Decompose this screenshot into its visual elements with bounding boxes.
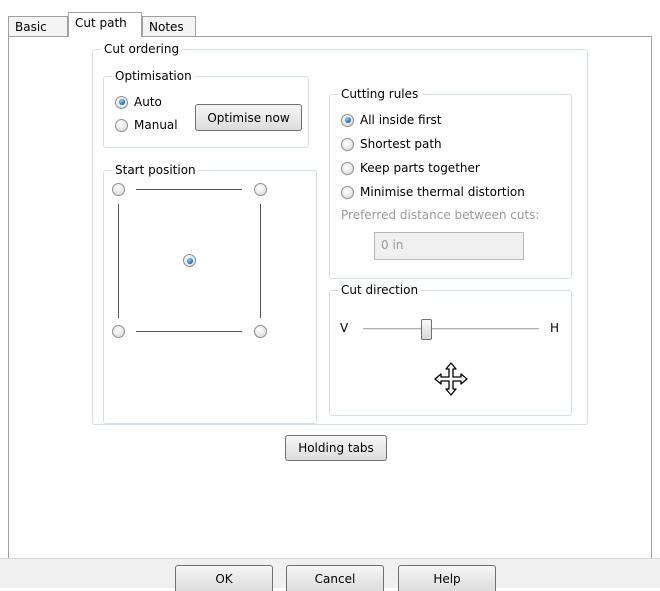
optimisation-auto-radio[interactable]: Auto: [115, 94, 162, 110]
manual-label: Manual: [134, 118, 178, 132]
start-bottom-right-radio[interactable]: [254, 325, 267, 338]
slider-left-label: V: [340, 321, 349, 335]
start-top-right-radio[interactable]: [254, 183, 267, 196]
dialog-footer: OK Cancel Help: [0, 558, 660, 591]
radio-button[interactable]: [341, 161, 354, 175]
cutting-rules-title: Cutting rules: [338, 86, 422, 102]
rule-minimise-thermal-distortion-radio[interactable]: Minimise thermal distortion: [341, 184, 525, 200]
cut-direction-group: Cut direction V H: [329, 282, 572, 416]
rule-label: Shortest path: [360, 137, 442, 151]
preferred-distance-input[interactable]: 0 in: [374, 232, 524, 260]
start-center-radio[interactable]: [183, 254, 196, 267]
auto-label: Auto: [134, 95, 162, 109]
holding-tabs-button[interactable]: Holding tabs: [285, 435, 387, 461]
start-position-group: Start position: [103, 162, 317, 424]
start-top-left-radio[interactable]: [112, 183, 125, 196]
move-icon: [434, 362, 468, 396]
cancel-button[interactable]: Cancel: [286, 565, 384, 591]
cut-direction-slider-track[interactable]: [363, 328, 539, 330]
optimisation-group: Optimisation Auto Manual Optimise now: [103, 68, 309, 148]
start-bottom-left-radio[interactable]: [112, 325, 125, 338]
rule-label: Minimise thermal distortion: [360, 185, 525, 199]
tab-cut-path[interactable]: Cut path: [68, 12, 142, 37]
tab-basic-label: Basic: [15, 20, 47, 34]
rule-all-inside-first-radio[interactable]: All inside first: [341, 112, 441, 128]
rule-label: Keep parts together: [360, 161, 480, 175]
frame-right-line: [260, 204, 261, 318]
rule-keep-parts-together-radio[interactable]: Keep parts together: [341, 160, 480, 176]
rule-label: All inside first: [360, 113, 442, 127]
cut-direction-title: Cut direction: [338, 282, 422, 298]
radio-button[interactable]: [341, 185, 354, 199]
radio-button[interactable]: [341, 113, 354, 127]
cut-direction-slider-thumb[interactable]: [420, 319, 432, 340]
optimisation-manual-radio[interactable]: Manual: [115, 117, 178, 133]
cut-ordering-group: Cut ordering Optimisation Auto Manual Op…: [92, 41, 588, 425]
frame-left-line: [118, 204, 119, 318]
radio-button[interactable]: [341, 137, 354, 151]
tab-notes-label: Notes: [149, 20, 184, 34]
slider-right-label: H: [550, 321, 560, 335]
preferred-distance-label: Preferred distance between cuts:: [341, 208, 540, 222]
help-button[interactable]: Help: [398, 565, 496, 591]
optimise-now-button[interactable]: Optimise now: [195, 104, 302, 131]
cutting-rules-group: Cutting rules All inside first Shortest …: [329, 86, 572, 279]
radio-button[interactable]: [115, 95, 128, 109]
tab-bar: Basic Cut path Notes: [0, 0, 660, 37]
radio-button[interactable]: [115, 118, 128, 132]
tab-basic[interactable]: Basic: [8, 16, 68, 36]
frame-bottom-line: [136, 331, 242, 332]
start-position-title: Start position: [112, 162, 199, 178]
optimisation-title: Optimisation: [112, 68, 195, 84]
tab-panel: Cut ordering Optimisation Auto Manual Op…: [8, 36, 652, 558]
cut-ordering-title: Cut ordering: [101, 41, 183, 57]
ok-button[interactable]: OK: [175, 565, 273, 591]
tab-notes[interactable]: Notes: [142, 16, 196, 36]
rule-shortest-path-radio[interactable]: Shortest path: [341, 136, 442, 152]
tab-cut-path-label: Cut path: [75, 16, 127, 30]
frame-top-line: [136, 189, 242, 190]
